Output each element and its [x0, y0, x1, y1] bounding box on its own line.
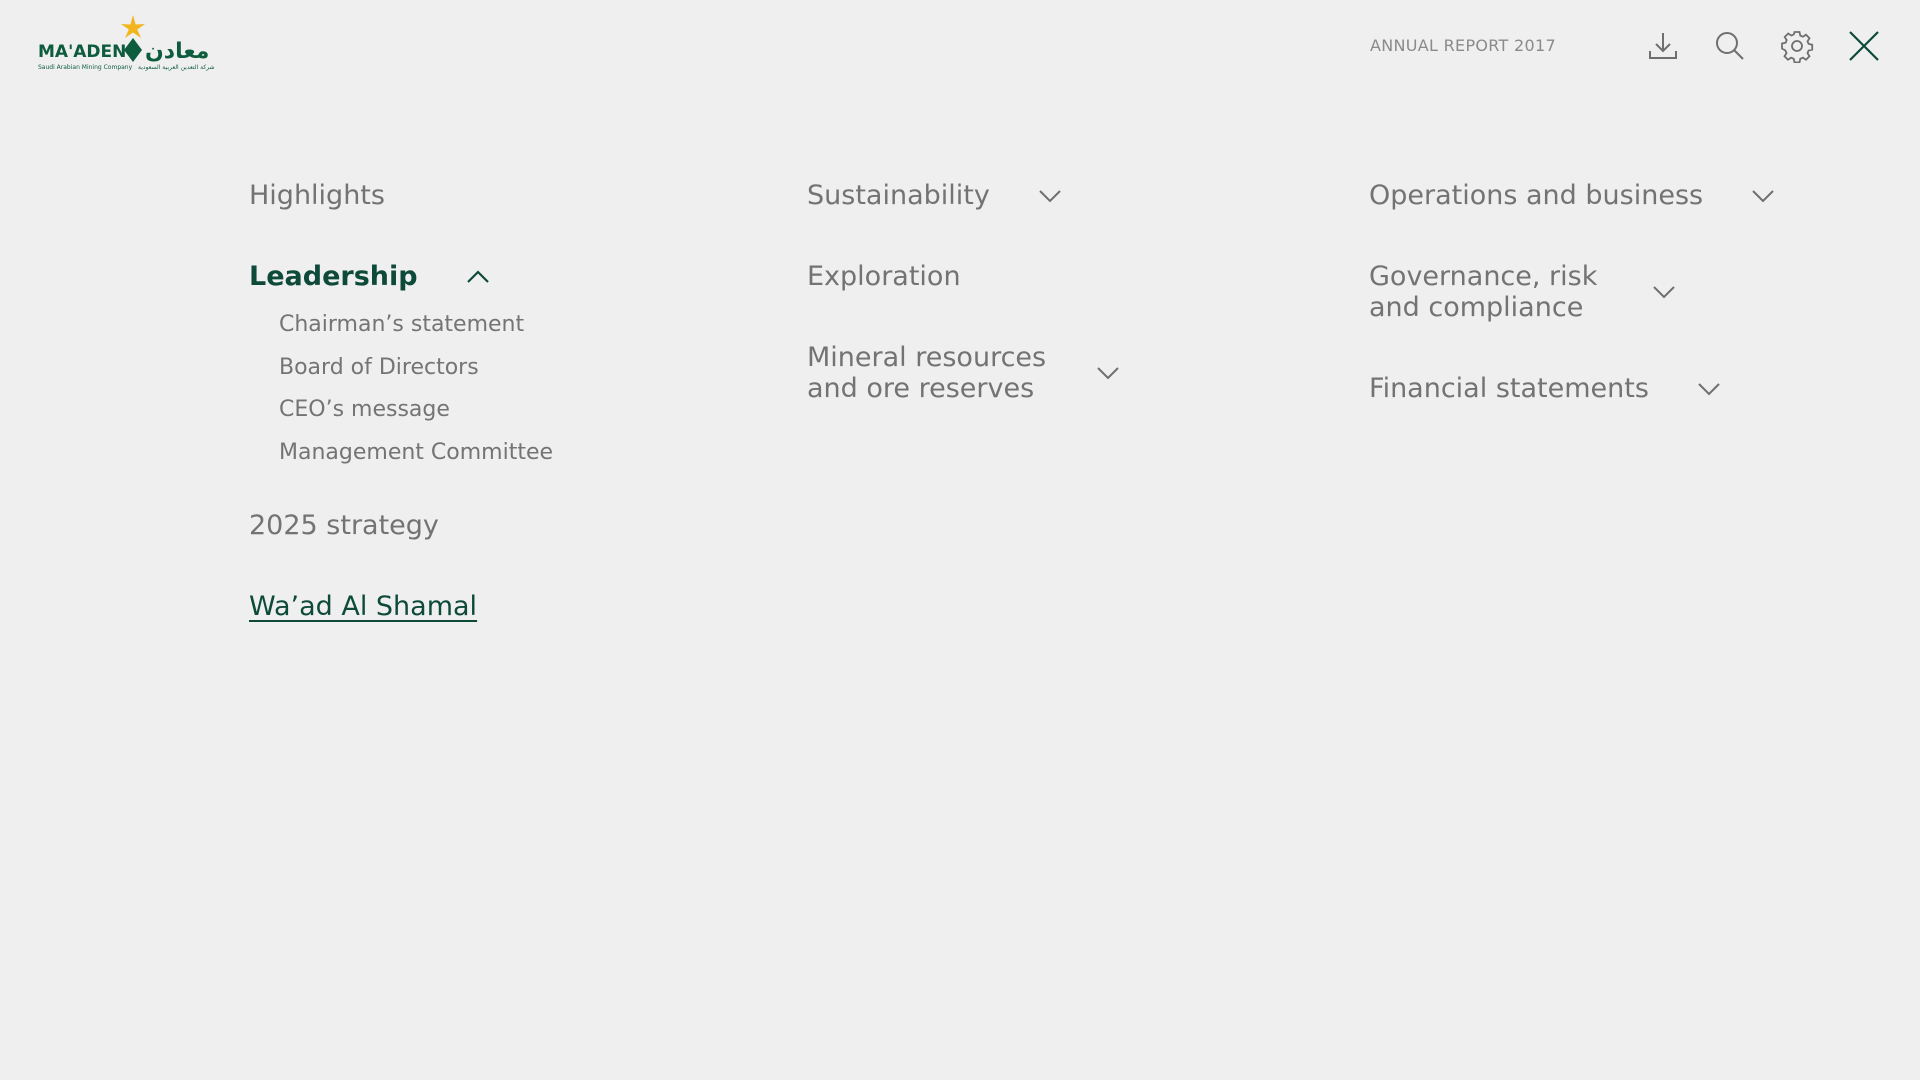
logo-tagline: Saudi Arabian Mining Company [38, 64, 133, 71]
menu-item-label: Governance, risk and compliance [1369, 261, 1598, 323]
menu-item-highlights[interactable]: Highlights [249, 180, 769, 211]
menu-column-2: Sustainability Exploration Mineral resou… [807, 180, 1327, 454]
menu-item-label: Wa’ad Al Shamal [249, 590, 478, 622]
menu-item-label: Mineral resources and ore reserves [807, 342, 1047, 404]
menu-item-financial-statements[interactable]: Financial statements [1369, 373, 1889, 404]
menu-column-1: Highlights Leadership Chairman’s stateme… [249, 180, 769, 672]
download-icon[interactable] [1645, 28, 1681, 64]
maaden-logo[interactable]: MA'ADEN معادن Saudi Arabian Mining Compa… [38, 14, 228, 74]
menu-item-leadership[interactable]: Leadership [249, 261, 769, 292]
menu-item-label: Highlights [249, 180, 385, 211]
settings-gear-icon[interactable] [1779, 28, 1815, 64]
menu-item-label: Operations and business [1369, 180, 1704, 211]
submenu-item-board-of-directors[interactable]: Board of Directors [279, 355, 769, 381]
navigation-overlay: MA'ADEN معادن Saudi Arabian Mining Compa… [0, 0, 1920, 1080]
chevron-down-icon[interactable] [1096, 366, 1120, 380]
logo-arabic-tagline: شركة التعدين العربية السعودية [138, 64, 215, 71]
report-title: ANNUAL REPORT 2017 [1370, 36, 1556, 55]
leadership-submenu: Chairman’s statement Board of Directors … [279, 312, 769, 466]
logo-arabic-text: معادن [145, 39, 209, 64]
menu-column-3: Operations and business Governance, risk… [1369, 180, 1889, 454]
menu-item-sustainability[interactable]: Sustainability [807, 180, 1327, 211]
chevron-down-icon[interactable] [1038, 189, 1062, 203]
menu-item-mineral-resources[interactable]: Mineral resources and ore reserves [807, 342, 1327, 404]
menu-item-operations-and-business[interactable]: Operations and business [1369, 180, 1889, 211]
chevron-down-icon[interactable] [1751, 189, 1775, 203]
menu-item-label: Leadership [249, 261, 418, 292]
logo-brand-text: MA'ADEN [38, 42, 126, 62]
chevron-up-icon[interactable] [466, 269, 490, 284]
chevron-down-icon[interactable] [1652, 285, 1676, 299]
menu-item-label: Financial statements [1369, 373, 1649, 404]
menu-item-waad-al-shamal[interactable]: Wa’ad Al Shamal [249, 591, 769, 622]
submenu-item-chairmans-statement[interactable]: Chairman’s statement [279, 312, 769, 338]
submenu-item-ceos-message[interactable]: CEO’s message [279, 397, 769, 423]
menu-item-governance[interactable]: Governance, risk and compliance [1369, 261, 1889, 323]
submenu-item-management-committee[interactable]: Management Committee [279, 440, 769, 466]
search-icon[interactable] [1712, 28, 1748, 64]
close-icon[interactable] [1846, 28, 1882, 64]
menu-item-exploration[interactable]: Exploration [807, 261, 1327, 292]
menu-item-label: 2025 strategy [249, 509, 439, 541]
menu-item-2025-strategy[interactable]: 2025 strategy [249, 510, 769, 541]
menu-item-label: Exploration [807, 261, 961, 292]
menu-item-label: Sustainability [807, 180, 990, 211]
chevron-down-icon[interactable] [1697, 382, 1721, 396]
